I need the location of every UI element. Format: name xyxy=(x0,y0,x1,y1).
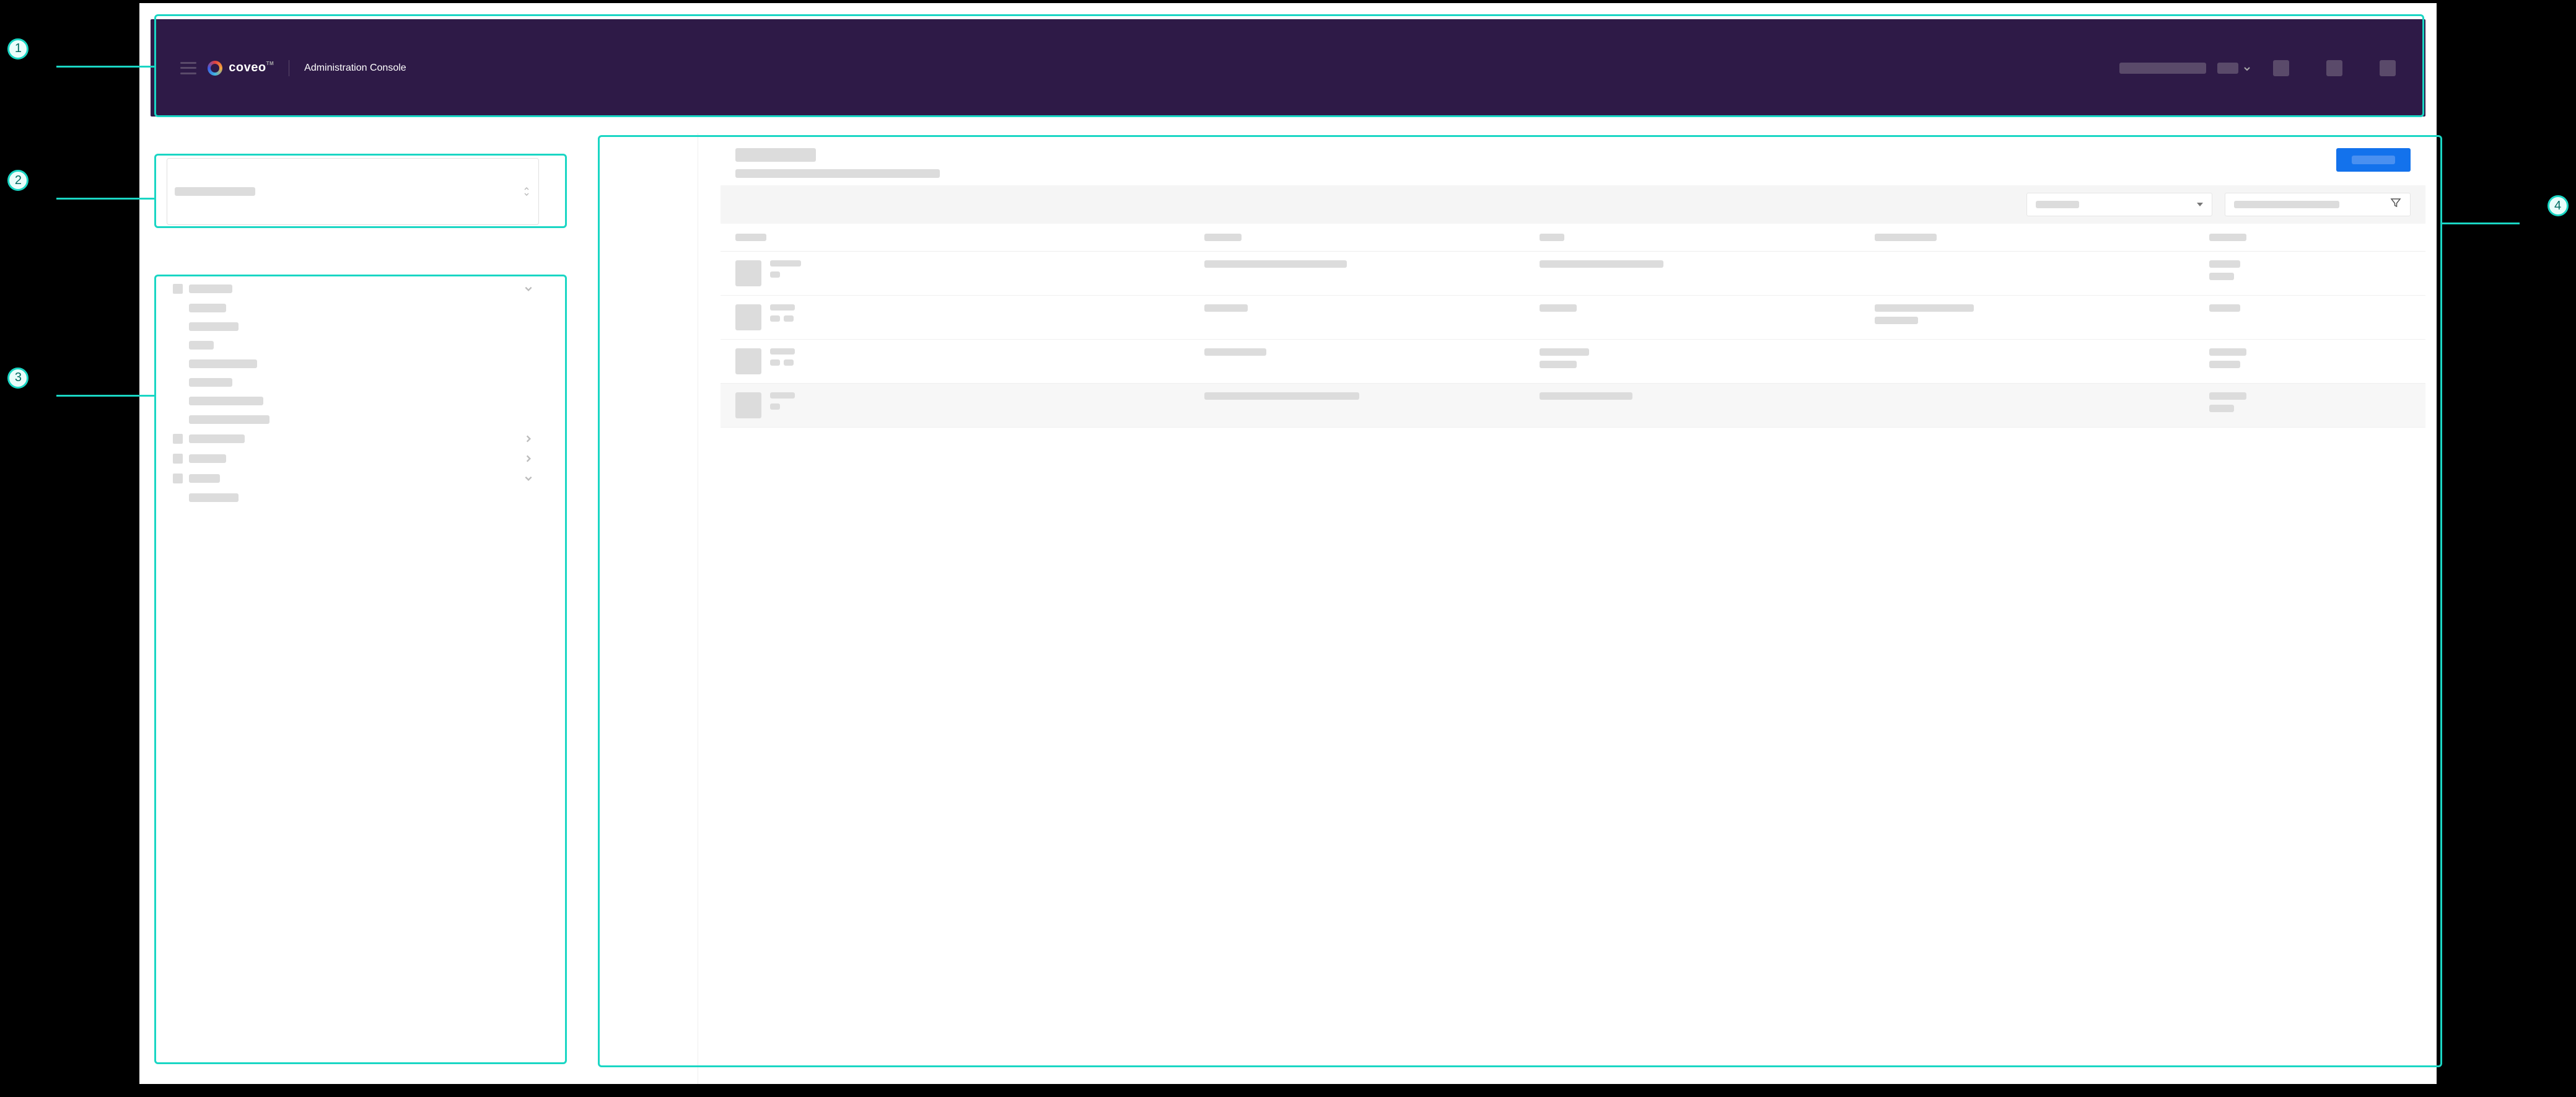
callout-line xyxy=(2442,222,2520,224)
nav-item[interactable] xyxy=(189,392,539,410)
callout-number-1: 1 xyxy=(7,38,28,59)
page-header xyxy=(721,139,2425,185)
row-thumbnail xyxy=(735,260,761,286)
column-header xyxy=(1204,234,1242,241)
column-header xyxy=(1540,234,1564,241)
column-header xyxy=(1875,234,1937,241)
nav-group-expanded[interactable] xyxy=(167,279,539,299)
sort-updown-icon xyxy=(522,186,531,197)
chevron-right-icon xyxy=(524,454,533,463)
callout-line xyxy=(56,66,154,68)
table-row[interactable] xyxy=(721,384,2425,428)
nav-item[interactable] xyxy=(189,299,539,317)
nav-item[interactable] xyxy=(189,336,539,355)
table-row[interactable] xyxy=(721,252,2425,296)
chevron-right-icon xyxy=(524,434,533,443)
nav-item[interactable] xyxy=(189,355,539,373)
callout-line xyxy=(56,395,154,397)
nav-item[interactable] xyxy=(189,488,539,507)
callout-line xyxy=(56,198,154,200)
nav-group-expanded[interactable] xyxy=(167,469,539,488)
navigation-sidebar xyxy=(167,279,539,1068)
organization-picker[interactable] xyxy=(167,158,539,225)
primary-action-button[interactable] xyxy=(2336,148,2411,172)
filter-dropdown-value xyxy=(2036,201,2079,208)
header-action-3[interactable] xyxy=(2380,60,2396,76)
row-thumbnail xyxy=(735,392,761,418)
header-action-1[interactable] xyxy=(2273,60,2289,76)
nav-group-icon xyxy=(173,434,183,444)
callout-number-3: 3 xyxy=(7,368,28,389)
header-dropdown[interactable] xyxy=(2217,63,2251,74)
header-action-2[interactable] xyxy=(2326,60,2342,76)
search-filter-input[interactable] xyxy=(2225,193,2411,216)
nav-group-label xyxy=(189,454,226,463)
caret-down-icon xyxy=(2197,203,2203,206)
header-subtitle: Administration Console xyxy=(304,63,406,74)
filter-toolbar xyxy=(721,185,2425,224)
nav-group-collapsed[interactable] xyxy=(167,429,539,449)
callout-number-4: 4 xyxy=(2548,195,2569,216)
brand-name: coveoTM xyxy=(229,61,274,75)
filter-dropdown[interactable] xyxy=(2026,193,2212,216)
page-subtitle xyxy=(735,169,940,178)
main-content-panel xyxy=(721,139,2425,1068)
filter-funnel-icon xyxy=(2390,197,2401,211)
callout-number-2: 2 xyxy=(7,170,28,191)
search-filter-value xyxy=(2234,201,2339,208)
chevron-down-icon xyxy=(524,284,533,293)
chevron-down-icon xyxy=(524,474,533,483)
header-bar: coveoTM Administration Console xyxy=(151,19,2425,117)
chevron-down-icon xyxy=(2243,64,2251,72)
row-thumbnail xyxy=(735,348,761,374)
nav-group-icon xyxy=(173,474,183,483)
column-header xyxy=(735,234,766,241)
nav-item[interactable] xyxy=(189,373,539,392)
hamburger-menu-icon[interactable] xyxy=(180,62,196,74)
nav-group-label xyxy=(189,474,220,483)
nav-item[interactable] xyxy=(189,410,539,429)
column-header xyxy=(2209,234,2246,241)
brand-logo[interactable]: coveoTM xyxy=(208,61,274,76)
nav-group-label xyxy=(189,284,232,293)
app-frame: coveoTM Administration Console xyxy=(139,3,2437,1083)
table-header xyxy=(721,224,2425,252)
org-picker-value xyxy=(175,187,255,196)
page-title xyxy=(735,148,816,162)
nav-group-collapsed[interactable] xyxy=(167,449,539,469)
nav-group-icon xyxy=(173,284,183,294)
nav-group-icon xyxy=(173,454,183,464)
nav-item[interactable] xyxy=(189,317,539,336)
nav-group-label xyxy=(189,434,245,443)
row-thumbnail xyxy=(735,304,761,330)
table-row[interactable] xyxy=(721,340,2425,384)
header-search-placeholder[interactable] xyxy=(2119,63,2206,74)
primary-action-label xyxy=(2352,156,2395,164)
logo-swirl-icon xyxy=(208,61,222,76)
table-row[interactable] xyxy=(721,296,2425,340)
